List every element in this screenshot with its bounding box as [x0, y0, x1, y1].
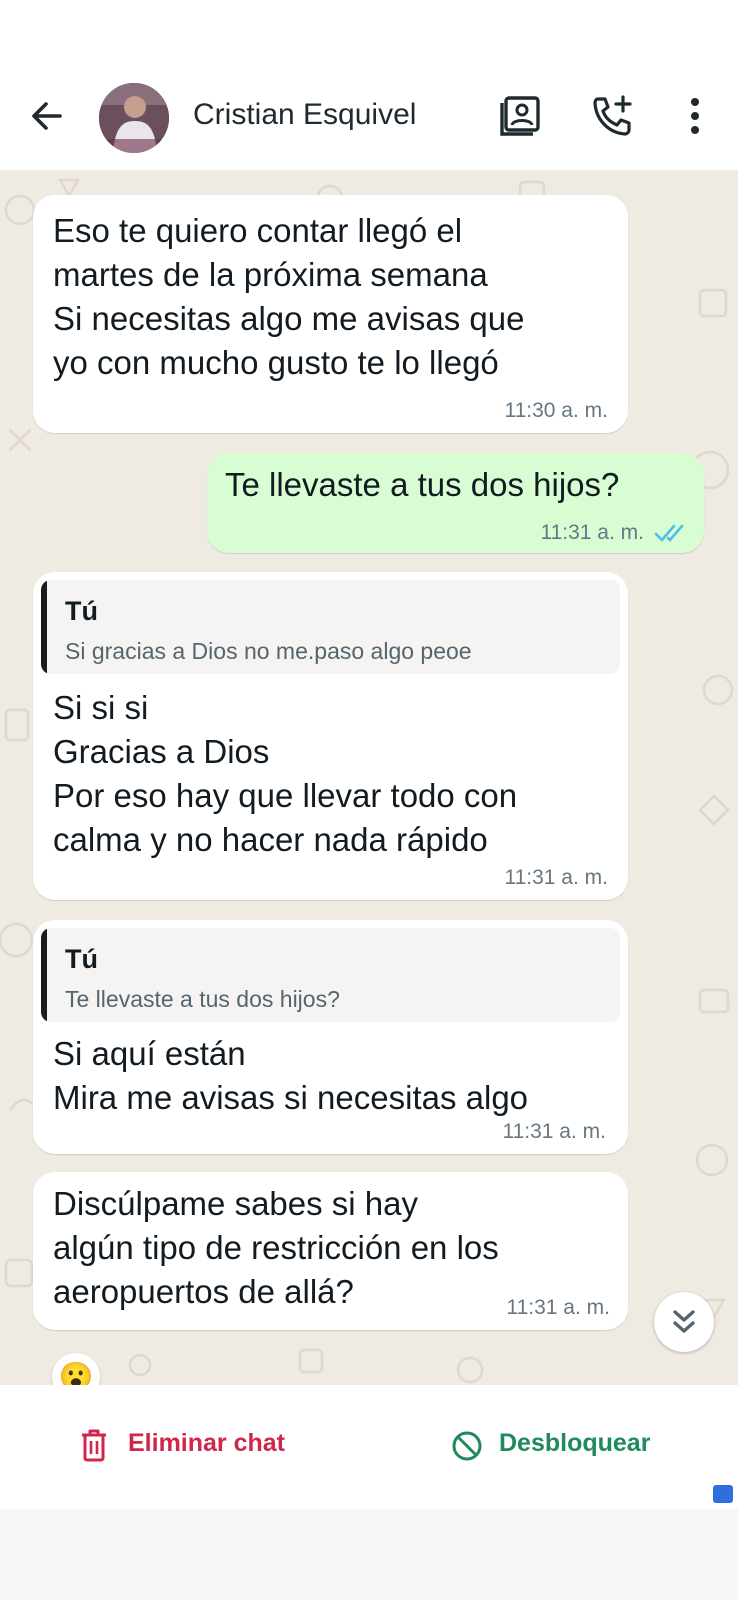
scroll-down-button[interactable] [654, 1292, 714, 1352]
delete-chat-label: Eliminar chat [128, 1429, 285, 1457]
system-navigation-area [0, 1509, 738, 1600]
message-text: Te llevaste a tus dos hijos? [225, 466, 620, 503]
message-text: Si si si Gracias a Dios Por eso hay que … [53, 689, 518, 858]
quote-text: Si gracias a Dios no me.paso algo peoe [65, 638, 472, 664]
message-time: 11:31 a. m. [540, 521, 644, 544]
more-vert-icon[interactable] [672, 93, 718, 139]
quote-author: Tú [65, 944, 98, 974]
unblock-label: Desbloquear [499, 1429, 651, 1457]
quoted-reply[interactable]: Tú Te llevaste a tus dos hijos? [41, 928, 620, 1022]
chat-header: Cristian Esquivel [0, 0, 738, 170]
briefcase-badge-icon [713, 1485, 733, 1503]
delete-chat-button[interactable]: Eliminar chat [80, 1423, 300, 1471]
quote-text: Te llevaste a tus dos hijos? [65, 986, 340, 1012]
contact-name[interactable]: Cristian Esquivel [193, 98, 416, 132]
message-bubble-incoming[interactable]: Tú Te llevaste a tus dos hijos? Si aquí … [33, 920, 628, 1154]
unblock-button[interactable]: Desbloquear [451, 1423, 661, 1471]
message-time: 11:31 a. m. [504, 866, 608, 889]
message-text: Eso te quiero contar llegó el martes de … [53, 212, 525, 381]
message-time: 11:31 a. m. [502, 1120, 606, 1143]
contact-card-icon[interactable] [498, 93, 544, 139]
double-check-read-icon [654, 524, 684, 542]
message-text: Si aquí están Mira me avisas si necesita… [53, 1035, 529, 1116]
blocked-actions-bar: Eliminar chat Desbloquear [0, 1385, 738, 1509]
message-bubble-incoming[interactable]: Eso te quiero contar llegó el martes de … [33, 195, 628, 433]
double-chevron-down-icon [673, 1310, 695, 1333]
add-call-icon[interactable] [590, 93, 636, 139]
trash-icon [82, 1429, 106, 1462]
avatar[interactable] [99, 83, 169, 153]
message-bubble-incoming[interactable]: Discúlpame sabes si hay algún tipo de re… [33, 1172, 628, 1330]
message-time: 11:30 a. m. [504, 399, 608, 422]
quote-author: Tú [65, 596, 98, 626]
quote-bar [41, 580, 47, 674]
back-arrow-icon[interactable] [26, 95, 68, 137]
block-icon [452, 1431, 482, 1461]
message-time: 11:31 a. m. [506, 1296, 610, 1319]
quoted-reply[interactable]: Tú Si gracias a Dios no me.paso algo peo… [41, 580, 620, 674]
message-text: Discúlpame sabes si hay algún tipo de re… [53, 1185, 499, 1310]
quote-bar [41, 928, 47, 1022]
message-bubble-incoming[interactable]: Tú Si gracias a Dios no me.paso algo peo… [33, 572, 628, 900]
message-bubble-outgoing[interactable]: Te llevaste a tus dos hijos? 11:31 a. m. [207, 453, 704, 553]
chat-area[interactable]: Eso te quiero contar llegó el martes de … [0, 170, 738, 1385]
